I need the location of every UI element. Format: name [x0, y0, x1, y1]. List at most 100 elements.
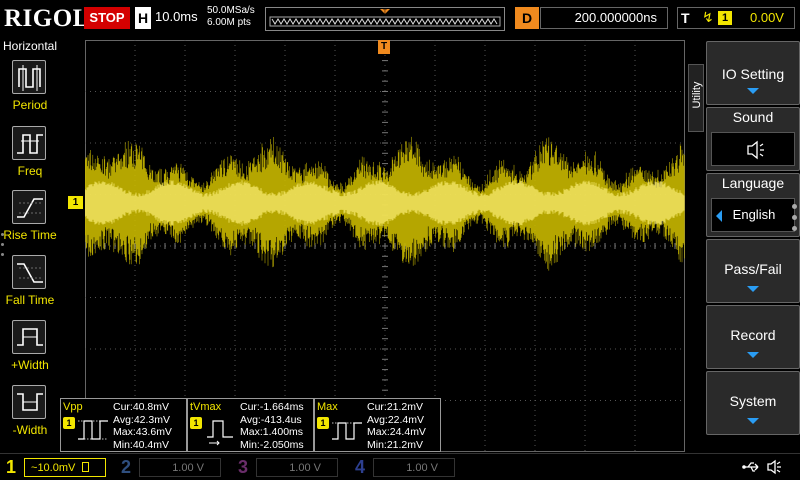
measure-menu: Horizontal Period Freq Rise Time Fall Ti… [0, 38, 60, 453]
measure-neg-width-label: -Width [12, 423, 48, 437]
utility-tab-label: Utility [691, 81, 703, 109]
measure-pos-width-label: +Width [11, 358, 49, 372]
brand-logo: RIGOL [4, 5, 90, 32]
rising-edge-icon: ↯ [702, 9, 714, 25]
memory-depth: 6.00M pts [207, 17, 251, 28]
ch1-offset-marker[interactable]: 1 [68, 196, 83, 209]
measurement-channel: 1 [190, 417, 202, 429]
fall-time-icon [12, 255, 46, 289]
measure-freq[interactable]: Freq [0, 124, 60, 188]
io-setting-button[interactable]: IO Setting [706, 41, 800, 105]
measure-period[interactable]: Period [0, 58, 60, 122]
pass-fail-label: Pass/Fail [724, 261, 782, 277]
measurement-avg: Avg:42.3mV [113, 413, 171, 426]
usb-icon [742, 462, 759, 472]
bandwidth-limit-icon [82, 462, 90, 472]
record-label: Record [730, 327, 776, 343]
run-stop-status[interactable]: STOP [84, 7, 130, 29]
language-current: English [732, 207, 776, 222]
channel-bar: 1 ~10.0mV 2 1.00 V 3 1.00 V 4 1.00 V [0, 453, 800, 480]
measure-freq-label: Freq [17, 164, 43, 178]
menu-page-indicator [1, 233, 5, 263]
vpp-icon [78, 420, 108, 440]
measurement-cur: Cur:21.2mV [367, 401, 424, 413]
language-label: Language [721, 175, 785, 191]
channel-number: 2 [120, 457, 131, 477]
memory-overview-waveform: T [266, 8, 504, 30]
utility-tab[interactable]: Utility [688, 64, 704, 132]
sound-button[interactable]: Sound [706, 107, 800, 171]
rise-time-icon [12, 190, 46, 224]
measure-pos-width[interactable]: +Width [0, 318, 60, 382]
measurement-name: Max [317, 401, 338, 413]
timebase-label: H [135, 7, 151, 29]
channel-number: 3 [237, 457, 248, 477]
measurement-avg: Avg:22.4mV [367, 413, 425, 426]
channel-2-scale: 1.00 V [139, 458, 221, 477]
measurement-tvmax[interactable]: tVmax 1 Cur:-1.664ms Avg:-413.4us Max:1.… [187, 398, 314, 452]
record-button[interactable]: Record [706, 305, 800, 369]
timebase-value[interactable]: 10.0ms [155, 9, 198, 24]
system-label: System [729, 393, 777, 409]
measurement-channel: 1 [317, 417, 329, 429]
trigger-label: T [681, 10, 690, 26]
delay-label: D [515, 7, 539, 29]
channel-number: 1 [5, 457, 16, 477]
channel-number: 4 [354, 457, 365, 477]
measure-rise-time-label: Rise Time [3, 228, 57, 242]
measurement-min: Min:40.4mV [113, 438, 170, 451]
measurement-max[interactable]: Max 1 Cur:21.2mV Avg:22.4mV Max:24.4mV M… [314, 398, 441, 452]
delay-value[interactable]: 200.000000ns [540, 7, 668, 29]
measure-fall-time-label: Fall Time [5, 293, 55, 307]
language-button[interactable]: Language English [706, 173, 800, 237]
channel-1-settings: ~10.0mV [24, 458, 106, 477]
channel-4-scale: 1.00 V [373, 458, 455, 477]
measurement-max: Max:43.6mV [113, 426, 172, 438]
trigger-source: 1 [718, 11, 732, 25]
measurement-cur: Cur:-1.664ms [240, 401, 304, 413]
neg-width-icon [12, 385, 46, 419]
memory-overview-bar: T [265, 7, 505, 31]
measure-period-label: Period [12, 98, 48, 112]
measurement-channel: 1 [63, 417, 75, 429]
period-icon [12, 60, 46, 94]
pos-width-icon [12, 320, 46, 354]
sample-rate: 50.0MSa/s [207, 5, 255, 16]
channel-3-scale: 1.00 V [256, 458, 338, 477]
measurement-min: Min:21.2mV [367, 438, 424, 451]
submenu-arrow-icon [747, 352, 759, 358]
acquisition-info: 50.0MSa/s 6.00M pts [207, 5, 255, 29]
vmax-icon [332, 422, 362, 440]
utility-menu: Utility IO Setting Sound Language Englis… [686, 38, 800, 453]
measure-rise-time[interactable]: Rise Time [0, 188, 60, 252]
submenu-arrow-icon [747, 418, 759, 424]
channel-1-scale: 10.0mV [37, 462, 76, 474]
graticule [85, 40, 685, 452]
tvmax-icon [207, 420, 233, 446]
sound-label: Sound [732, 109, 774, 125]
speaker-icon [767, 459, 781, 475]
measurement-name: Vpp [63, 401, 83, 413]
status-bar: RIGOL STOP H 10.0ms 50.0MSa/s 6.00M pts … [0, 0, 800, 38]
sound-value [711, 132, 795, 166]
trigger-level: 0.00V [750, 10, 784, 25]
speaker-icon [747, 140, 764, 160]
trigger-position-marker[interactable]: T [378, 40, 390, 54]
system-button[interactable]: System [706, 371, 800, 435]
measurement-cur: Cur:40.8mV [113, 401, 170, 413]
pass-fail-button[interactable]: Pass/Fail [706, 239, 800, 303]
waveform-display[interactable] [85, 40, 685, 452]
measurement-name: tVmax [190, 401, 222, 413]
freq-icon [12, 126, 46, 160]
measurement-max: Max:24.4mV [367, 426, 426, 438]
language-value: English [711, 198, 795, 232]
io-setting-label: IO Setting [721, 66, 785, 82]
trigger-status[interactable]: T ↯ 1 0.00V [677, 7, 795, 29]
measure-neg-width[interactable]: -Width [0, 383, 60, 447]
measurement-max: Max:1.400ms [240, 426, 304, 438]
svg-text:T: T [383, 10, 387, 16]
submenu-arrow-icon [747, 88, 759, 94]
submenu-arrow-icon [747, 286, 759, 292]
measurement-vpp[interactable]: Vpp 1 Cur:40.8mV Avg:42.3mV Max:43.6mV M… [60, 398, 187, 452]
measure-fall-time[interactable]: Fall Time [0, 253, 60, 317]
